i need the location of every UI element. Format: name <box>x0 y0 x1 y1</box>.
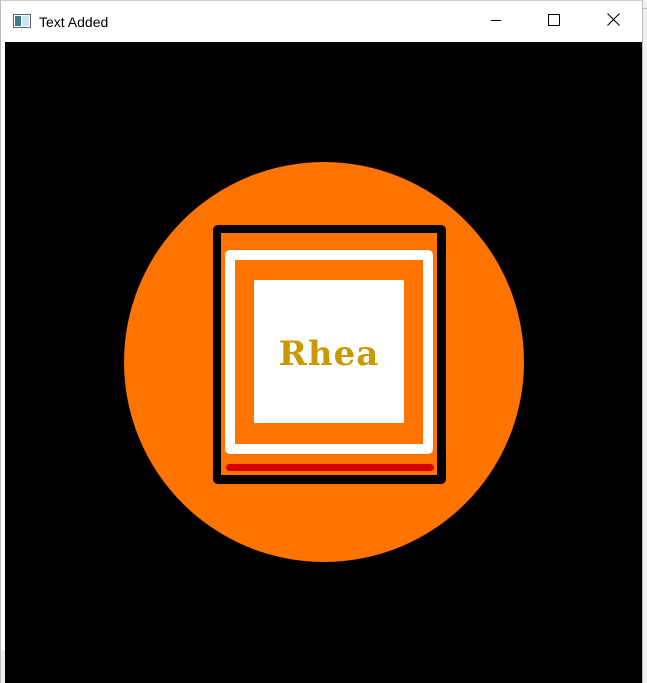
desktop-edge <box>643 8 647 9</box>
title-bar[interactable]: Text Added <box>1 0 642 42</box>
red-bar <box>226 464 434 471</box>
app-window: Text Added Rhea <box>0 0 643 683</box>
window-title: Text Added <box>39 14 109 30</box>
close-button[interactable] <box>584 1 642 43</box>
close-icon <box>606 13 620 31</box>
minimize-button[interactable] <box>467 1 525 43</box>
app-window-icon[interactable] <box>13 14 31 28</box>
label-box: Rhea <box>254 280 404 423</box>
window-edge <box>1 650 5 683</box>
desktop-background <box>643 0 647 683</box>
label-text: Rhea <box>278 333 380 374</box>
maximize-icon <box>548 13 560 31</box>
maximize-button[interactable] <box>525 1 583 43</box>
minimize-icon <box>490 13 502 31</box>
